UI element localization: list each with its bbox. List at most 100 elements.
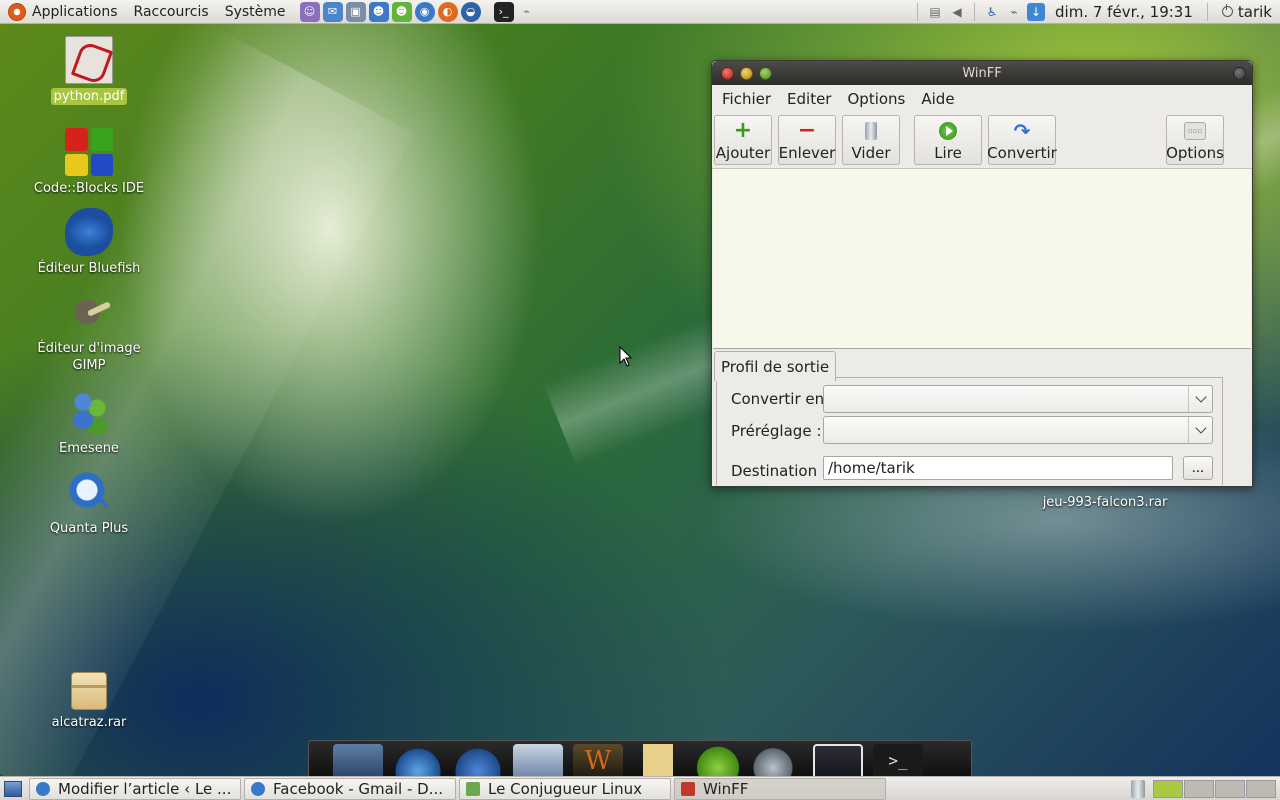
desktop-icon-bluefish[interactable]: Éditeur Bluefish bbox=[14, 208, 164, 277]
taskbar-item-facebook[interactable]: Facebook - Gmail - D... bbox=[244, 777, 456, 800]
convert-arrow-icon: ↷ bbox=[1013, 119, 1031, 143]
menu-options[interactable]: Options bbox=[839, 90, 913, 108]
taskbar-item-label: WinFF bbox=[703, 779, 749, 798]
update-icon[interactable]: ↓ bbox=[1027, 2, 1046, 21]
terminal-icon[interactable]: ›_ bbox=[493, 1, 514, 22]
desktop-icon-python-pdf[interactable]: python.pdf bbox=[14, 36, 164, 105]
browse-button[interactable]: ... bbox=[1183, 456, 1213, 480]
destination-label: Destination bbox=[731, 462, 818, 480]
preset-select[interactable] bbox=[823, 416, 1213, 444]
window-title: WinFF bbox=[962, 65, 1002, 81]
desktop-icon-falcon3[interactable]: jeu-993-falcon3.rar bbox=[1030, 495, 1180, 510]
menu-bar: Fichier Editer Options Aide bbox=[712, 85, 1252, 113]
emesene-icon[interactable]: ☻ bbox=[391, 1, 412, 22]
chrome-icon[interactable]: ◉ bbox=[414, 1, 435, 22]
destination-input[interactable] bbox=[823, 456, 1173, 480]
dock-speaker-icon[interactable] bbox=[753, 744, 803, 778]
trash-icon[interactable] bbox=[1131, 779, 1145, 798]
separator bbox=[917, 2, 919, 21]
taskbar-item-wordpress[interactable]: Modifier l’article ‹ Le ... bbox=[29, 777, 241, 800]
dock-audio-visualizer-icon[interactable] bbox=[813, 744, 863, 778]
screenshot-icon[interactable]: ▣ bbox=[345, 1, 366, 22]
show-desktop-icon[interactable] bbox=[4, 780, 22, 797]
firefox-icon[interactable]: ◐ bbox=[437, 1, 458, 22]
title-bar[interactable]: WinFF bbox=[712, 61, 1252, 85]
desktop-icon-label: Emesene bbox=[59, 441, 119, 456]
dock-folder-icon[interactable] bbox=[633, 744, 683, 778]
tab-panel: Convertir en Préréglage : Destination ..… bbox=[716, 377, 1223, 485]
user-menu[interactable]: tarik bbox=[1214, 3, 1280, 21]
dock-chrome-icon[interactable] bbox=[393, 744, 443, 778]
thunderbird-icon[interactable]: ◒ bbox=[460, 1, 481, 22]
preset-label: Préréglage : bbox=[731, 422, 822, 440]
desktop-icon-codeblocks[interactable]: Code::Blocks IDE bbox=[14, 128, 164, 197]
dock-terminal-icon[interactable]: >_ bbox=[873, 744, 923, 778]
remove-button-label: Enlever bbox=[778, 144, 836, 162]
convert-to-select[interactable] bbox=[823, 385, 1213, 413]
dock-thunderbird-icon[interactable] bbox=[453, 744, 503, 778]
desktop-icon-label: Éditeur d'image GIMP bbox=[37, 341, 141, 373]
play-button-label: Lire bbox=[934, 144, 962, 162]
dock: W >_ bbox=[308, 740, 972, 778]
workspace-3[interactable] bbox=[1215, 779, 1245, 798]
file-list[interactable] bbox=[713, 169, 1251, 349]
dock-file-manager-icon[interactable] bbox=[333, 744, 383, 778]
workspace-4[interactable] bbox=[1246, 779, 1276, 798]
clear-button[interactable]: Vider bbox=[842, 115, 900, 165]
menu-edit[interactable]: Editer bbox=[779, 90, 839, 108]
play-icon bbox=[939, 122, 957, 140]
pidgin-icon[interactable]: ☺ bbox=[299, 1, 320, 22]
accessibility-icon[interactable]: ♿ bbox=[983, 3, 1001, 21]
chrome-icon bbox=[251, 781, 265, 796]
desktop-icon-label: jeu-993-falcon3.rar bbox=[1042, 495, 1168, 510]
system-menu[interactable]: Système bbox=[217, 0, 294, 24]
dock-winff-icon[interactable]: W bbox=[573, 744, 623, 778]
desktop-icon-gimp[interactable]: Éditeur d'image GIMP bbox=[14, 288, 164, 374]
minus-icon: − bbox=[797, 118, 817, 143]
conjugueur-icon bbox=[466, 781, 480, 796]
options-button-label: Options bbox=[1166, 144, 1224, 162]
desktop-icon-alcatraz[interactable]: alcatraz.rar bbox=[14, 666, 164, 731]
clear-button-label: Vider bbox=[851, 144, 891, 162]
menu-file[interactable]: Fichier bbox=[714, 90, 779, 108]
dock-text-editor-icon[interactable] bbox=[513, 744, 563, 778]
codeblocks-icon bbox=[65, 128, 113, 176]
keyboard-icon[interactable]: ▤ bbox=[926, 3, 944, 21]
convert-to-label: Convertir en bbox=[731, 390, 825, 408]
clock[interactable]: dim. 7 févr., 19:31 bbox=[1047, 3, 1201, 21]
plus-icon: + bbox=[733, 118, 753, 143]
taskbar-item-conjugueur[interactable]: Le Conjugueur Linux bbox=[459, 777, 671, 800]
network-manager-icon[interactable]: ⌁ bbox=[517, 2, 537, 22]
workspace-2[interactable] bbox=[1184, 779, 1214, 798]
options-button[interactable]: ▫▫▫ Options bbox=[1166, 115, 1224, 165]
power-icon bbox=[1221, 4, 1233, 17]
workspace-switcher bbox=[1153, 779, 1276, 798]
separator bbox=[974, 2, 976, 21]
volume-icon[interactable]: ◀ bbox=[948, 3, 966, 21]
applications-menu[interactable]: Applications bbox=[0, 0, 126, 24]
places-menu[interactable]: Raccourcis bbox=[126, 0, 217, 24]
contacts-icon[interactable]: ☻ bbox=[368, 1, 389, 22]
convert-button[interactable]: ↷ Convertir bbox=[987, 115, 1057, 165]
play-button[interactable]: Lire bbox=[914, 115, 982, 165]
desktop-icon-emesene[interactable]: Emesene bbox=[14, 388, 164, 457]
wifi-icon[interactable]: ⌁ bbox=[1005, 3, 1023, 21]
top-panel: Applications Raccourcis Système ☺ ✉ ▣ ☻ … bbox=[0, 0, 1280, 24]
tab-output-profile[interactable]: Profil de sortie bbox=[714, 351, 837, 381]
taskbar-item-label: Le Conjugueur Linux bbox=[488, 779, 643, 798]
add-button-label: Ajouter bbox=[715, 144, 771, 162]
desktop-icon-quanta[interactable]: Quanta Plus bbox=[14, 468, 164, 537]
taskbar-item-winff[interactable]: WinFF bbox=[674, 777, 886, 800]
options-icon: ▫▫▫ bbox=[1184, 122, 1206, 140]
chevron-down-icon bbox=[1188, 386, 1212, 412]
add-button[interactable]: + Ajouter bbox=[714, 115, 772, 165]
mail-icon[interactable]: ✉ bbox=[322, 1, 343, 22]
roll-up-icon[interactable] bbox=[1233, 66, 1246, 80]
menu-help[interactable]: Aide bbox=[913, 90, 962, 108]
tab-bar: Profil de sortie bbox=[712, 349, 1252, 381]
dock-apple-icon[interactable] bbox=[693, 744, 743, 778]
workspace-1[interactable] bbox=[1153, 779, 1183, 798]
gimp-icon bbox=[65, 288, 113, 336]
system-menu-label: Système bbox=[224, 3, 286, 20]
remove-button[interactable]: − Enlever bbox=[778, 115, 836, 165]
